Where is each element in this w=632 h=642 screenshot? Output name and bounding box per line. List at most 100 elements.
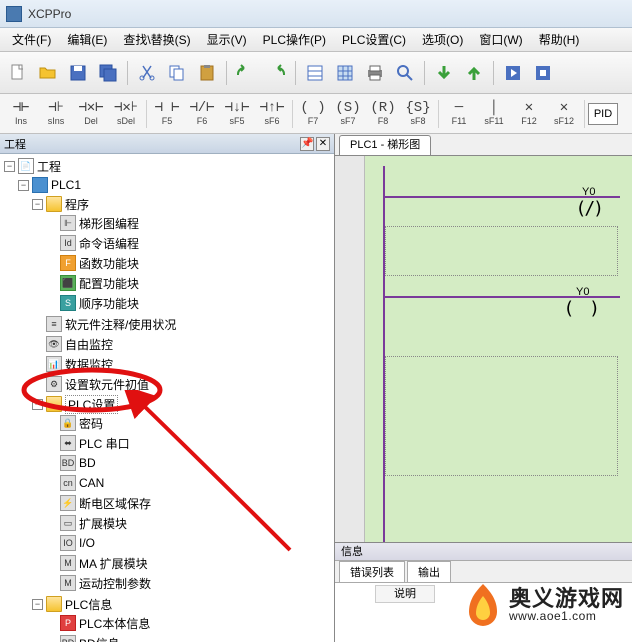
funcblk-icon: F bbox=[60, 255, 76, 271]
menu-plc-set[interactable]: PLC设置(C) bbox=[334, 29, 414, 50]
inst-del[interactable]: ⊣✕⊢Del bbox=[74, 96, 108, 132]
inst-sf6[interactable]: ⊣↑⊢sF6 bbox=[255, 96, 289, 132]
menubar: 文件(F) 编辑(E) 查找\替换(S) 显示(V) PLC操作(P) PLC设… bbox=[0, 28, 632, 52]
redo-icon[interactable] bbox=[262, 59, 290, 87]
tree-seqblk[interactable]: S顺序功能块 bbox=[0, 294, 334, 312]
ladder-output-y0-no: Y0( ) bbox=[563, 286, 602, 319]
info-tab-errors[interactable]: 错误列表 bbox=[339, 561, 405, 582]
grid2-icon[interactable] bbox=[331, 59, 359, 87]
tree-password[interactable]: 🔒密码 bbox=[0, 414, 334, 432]
info-tabs: 错误列表 输出 bbox=[335, 561, 632, 583]
tree-poweroff[interactable]: ⚡断电区域保存 bbox=[0, 494, 334, 512]
project-tree[interactable]: −📄工程 −PLC1 −程序 ⊩梯形图编程 Id命令语编程 F函数功能块 ⬛配置… bbox=[0, 154, 334, 642]
tree-initval[interactable]: ⚙设置软元件初值 bbox=[0, 375, 334, 393]
tree-program[interactable]: −程序 bbox=[0, 195, 334, 213]
copy-icon[interactable] bbox=[163, 59, 191, 87]
folder-icon bbox=[46, 396, 62, 412]
info-tab-output[interactable]: 输出 bbox=[407, 561, 451, 582]
print-icon[interactable] bbox=[361, 59, 389, 87]
search-icon[interactable] bbox=[391, 59, 419, 87]
tree-plcport[interactable]: ⬌PLC 串口 bbox=[0, 434, 334, 452]
bdinfo-icon: BD bbox=[60, 635, 76, 642]
tree-ladder[interactable]: ⊩梯形图编程 bbox=[0, 214, 334, 232]
tree-freemon[interactable]: 👁自由监控 bbox=[0, 335, 334, 353]
serial-icon: ⬌ bbox=[60, 435, 76, 451]
inst-sf12[interactable]: ✕sF12 bbox=[547, 96, 581, 132]
run-icon[interactable] bbox=[499, 59, 527, 87]
cut-icon[interactable] bbox=[133, 59, 161, 87]
save-all-icon[interactable] bbox=[94, 59, 122, 87]
password-icon: 🔒 bbox=[60, 415, 76, 431]
new-file-icon[interactable] bbox=[4, 59, 32, 87]
tree-expmod[interactable]: ▭扩展模块 bbox=[0, 514, 334, 532]
inst-sf5[interactable]: ⊣↓⊢sF5 bbox=[220, 96, 254, 132]
tree-plc1[interactable]: −PLC1 bbox=[0, 176, 334, 194]
menu-file[interactable]: 文件(F) bbox=[4, 29, 59, 50]
save-icon[interactable] bbox=[64, 59, 92, 87]
menu-option[interactable]: 选项(O) bbox=[414, 29, 471, 50]
inst-sf11[interactable]: │sF11 bbox=[477, 96, 511, 132]
freemon-icon: 👁 bbox=[46, 336, 62, 352]
can-icon: cn bbox=[60, 475, 76, 491]
tree-io[interactable]: IOI/O bbox=[0, 534, 334, 552]
instr-icon: Id bbox=[60, 235, 76, 251]
expmod-icon: ▭ bbox=[60, 515, 76, 531]
download-icon[interactable] bbox=[430, 59, 458, 87]
tree-header-title: 工程 bbox=[4, 136, 26, 152]
tree-maexp[interactable]: MMA 扩展模块 bbox=[0, 554, 334, 572]
stop-icon[interactable] bbox=[529, 59, 557, 87]
tree-cfgblk[interactable]: ⬛配置功能块 bbox=[0, 274, 334, 292]
inst-f6[interactable]: ⊣/⊢F6 bbox=[185, 96, 219, 132]
menu-edit[interactable]: 编辑(E) bbox=[59, 29, 115, 50]
menu-view[interactable]: 显示(V) bbox=[199, 29, 255, 50]
menu-help[interactable]: 帮助(H) bbox=[531, 29, 588, 50]
tree-plcinfo[interactable]: −PLC信息 bbox=[0, 595, 334, 613]
tree-close-icon[interactable]: ✕ bbox=[316, 137, 330, 151]
inst-f7[interactable]: ( )F7 bbox=[296, 96, 330, 132]
inst-f12[interactable]: ✕F12 bbox=[512, 96, 546, 132]
menu-search[interactable]: 查找\替换(S) bbox=[115, 29, 198, 50]
cfgblk-icon: ⬛ bbox=[60, 275, 76, 291]
inst-pid[interactable]: PID bbox=[588, 103, 618, 125]
undo-icon[interactable] bbox=[232, 59, 260, 87]
ladder-gutter bbox=[335, 156, 365, 542]
inst-f8[interactable]: (R)F8 bbox=[366, 96, 400, 132]
tree-pin-icon[interactable]: 📌 bbox=[300, 137, 314, 151]
info-col-desc: 说明 bbox=[375, 585, 435, 603]
tree-instr[interactable]: Id命令语编程 bbox=[0, 234, 334, 252]
ladder-canvas[interactable]: Y0(/) Y0( ) bbox=[335, 156, 632, 542]
tree-comment[interactable]: ≡软元件注释/使用状况 bbox=[0, 315, 334, 333]
upload-icon[interactable] bbox=[460, 59, 488, 87]
tree-funcblk[interactable]: F函数功能块 bbox=[0, 254, 334, 272]
menu-window[interactable]: 窗口(W) bbox=[471, 29, 530, 50]
editor-tab-plc1[interactable]: PLC1 - 梯形图 bbox=[339, 135, 431, 155]
tree-motion[interactable]: M运动控制参数 bbox=[0, 574, 334, 592]
initval-icon: ⚙ bbox=[46, 376, 62, 392]
tree-can[interactable]: cnCAN bbox=[0, 474, 334, 492]
tree-bd[interactable]: BDBD bbox=[0, 454, 334, 472]
inst-sins[interactable]: ⊣⊦sIns bbox=[39, 96, 73, 132]
plc-icon bbox=[32, 177, 48, 193]
tree-header: 工程 📌 ✕ bbox=[0, 134, 334, 154]
tree-root[interactable]: −📄工程 bbox=[0, 157, 334, 175]
ladder-icon: ⊩ bbox=[60, 215, 76, 231]
paste-icon[interactable] bbox=[193, 59, 221, 87]
inst-sdel[interactable]: ⊣✕⊦sDel bbox=[109, 96, 143, 132]
inst-f11[interactable]: ─F11 bbox=[442, 96, 476, 132]
tree-plcset[interactable]: −PLC设置 bbox=[0, 395, 334, 413]
comment-icon: ≡ bbox=[46, 316, 62, 332]
inst-sf7[interactable]: (S)sF7 bbox=[331, 96, 365, 132]
info-panel: 信息 错误列表 输出 说明 bbox=[335, 542, 632, 642]
editor-tabrow: PLC1 - 梯形图 bbox=[335, 134, 632, 156]
project-icon: 📄 bbox=[18, 158, 34, 174]
inst-f5[interactable]: ⊣ ⊢F5 bbox=[150, 96, 184, 132]
tree-plcbody[interactable]: PPLC本体信息 bbox=[0, 614, 334, 632]
tree-bdinfo[interactable]: BDBD信息 bbox=[0, 634, 334, 642]
grid1-icon[interactable] bbox=[301, 59, 329, 87]
inst-sf8[interactable]: {S}sF8 bbox=[401, 96, 435, 132]
menu-plc-op[interactable]: PLC操作(P) bbox=[255, 29, 334, 50]
tree-datamon[interactable]: 📊数据监控 bbox=[0, 355, 334, 373]
motion-icon: M bbox=[60, 575, 76, 591]
inst-ins[interactable]: ⊣⊢Ins bbox=[4, 96, 38, 132]
open-file-icon[interactable] bbox=[34, 59, 62, 87]
